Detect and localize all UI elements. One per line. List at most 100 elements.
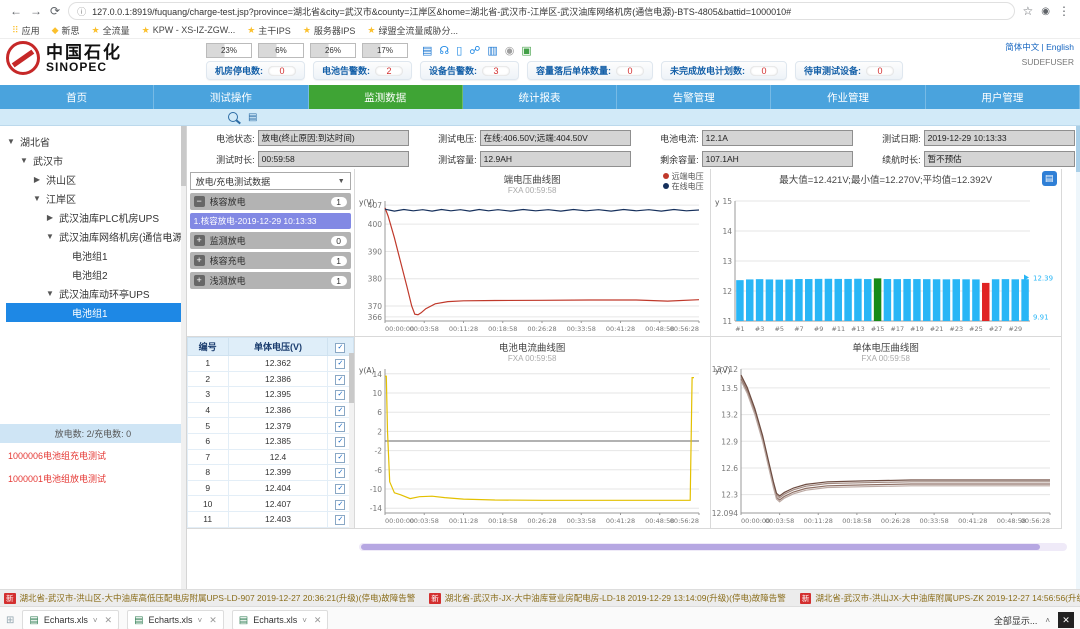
monitor-icon[interactable]: ▣ — [521, 44, 531, 57]
row-checkbox[interactable]: ✓ — [335, 453, 345, 463]
row-checkbox[interactable]: ✓ — [335, 468, 345, 478]
row-checkbox[interactable]: ✓ — [335, 484, 345, 494]
bookmark-item[interactable]: ★KPW - XS-IZ-ZGW... — [142, 25, 236, 36]
download-item[interactable]: ▤Echarts.xls˅✕ — [22, 610, 119, 629]
stat-pill: 电池告警数:2 — [313, 61, 412, 80]
disc-icon[interactable]: ◉ — [505, 44, 515, 57]
svg-text:#3: #3 — [754, 325, 764, 333]
bookmark-item[interactable]: ⠿应用 — [12, 24, 40, 37]
svg-text:390: 390 — [367, 247, 382, 256]
row-checkbox[interactable]: ✓ — [335, 515, 345, 525]
test-data-dropdown[interactable]: 放电/充电测试数据 ▼ — [190, 172, 351, 190]
bookmark-item[interactable]: ★主干IPS — [247, 24, 291, 37]
form-field-value[interactable]: 暂不预估 — [924, 151, 1075, 167]
sidebar-scrollbar[interactable] — [181, 126, 186, 589]
tree-node[interactable]: ▶洪山区 — [6, 170, 186, 189]
table-scrollbar[interactable] — [349, 353, 354, 528]
accordion-section[interactable]: +浅测放电1 — [190, 272, 351, 289]
profile-icon[interactable]: ◉ — [1041, 6, 1050, 17]
form-field-value[interactable]: 12.9AH — [480, 151, 631, 167]
test-record-item[interactable]: 1.核容放电-2019-12-29 10:13:33 — [190, 213, 351, 229]
alert-link[interactable]: 1000006电池组充电测试 — [8, 449, 178, 462]
info-icon[interactable]: ⓘ — [77, 5, 86, 18]
chevron-down-icon[interactable]: ˅ — [93, 616, 98, 625]
tab-用户管理[interactable]: 用户管理 — [926, 85, 1080, 109]
form-field-value[interactable]: 放电(终止原因:到达时间) — [258, 130, 409, 146]
export-image-button[interactable]: ▤ — [1042, 171, 1057, 186]
show-all-downloads-button[interactable]: 全部显示... — [994, 614, 1038, 627]
tree-node[interactable]: ▼武汉市 — [6, 151, 186, 170]
form-field-value[interactable]: 在线:406.50V;远端:404.50V — [480, 130, 631, 146]
row-checkbox[interactable]: ✓ — [335, 422, 345, 432]
legend-item[interactable]: 远端电压 — [663, 171, 704, 181]
close-icon[interactable]: ✕ — [105, 615, 113, 626]
tree-node[interactable]: 电池组2 — [6, 265, 186, 284]
legend-item[interactable]: 在线电压 — [663, 181, 704, 191]
tab-测试操作[interactable]: 测试操作 — [154, 85, 308, 109]
bookmark-item[interactable]: ★服务器IPS — [303, 24, 356, 37]
row-checkbox[interactable]: ✓ — [335, 375, 345, 385]
row-checkbox[interactable]: ✓ — [335, 500, 345, 510]
form-field-value[interactable]: 00:59:58 — [258, 151, 409, 167]
accordion-section[interactable]: +核容充电1 — [190, 252, 351, 269]
chevron-right-icon: ▶ — [45, 213, 55, 222]
chevron-down-icon[interactable]: ˅ — [198, 616, 203, 625]
close-icon[interactable]: ✕ — [314, 615, 322, 626]
shelf-collapse-icon[interactable]: ˄ — [1045, 616, 1050, 625]
bookmark-item[interactable]: ★全流量 — [92, 24, 130, 37]
svg-text:00:03:58: 00:03:58 — [409, 325, 438, 333]
battery-icon[interactable]: ▯ — [456, 44, 462, 57]
shelf-close-button[interactable]: ✕ — [1058, 612, 1074, 628]
tab-作业管理[interactable]: 作业管理 — [771, 85, 925, 109]
alarm-icon[interactable]: ☍ — [469, 44, 480, 57]
tree-node[interactable]: 电池组1 — [6, 303, 186, 322]
row-checkbox[interactable]: ✓ — [335, 359, 345, 369]
back-icon[interactable]: ← — [10, 4, 22, 18]
storage-icon[interactable]: ▤ — [422, 44, 432, 57]
accordion-section[interactable]: +监测放电0 — [190, 232, 351, 249]
download-item[interactable]: ▤Echarts.xls˅✕ — [232, 610, 329, 629]
charts-horizontal-scrollbar[interactable] — [359, 543, 1067, 551]
reload-icon[interactable]: ⟳ — [50, 4, 60, 18]
search-icon[interactable] — [228, 112, 238, 122]
collapse-icon[interactable]: − — [194, 196, 205, 207]
browser-menu-icon[interactable]: ⋮ — [1058, 4, 1070, 18]
tab-首页[interactable]: 首页 — [0, 85, 154, 109]
tab-统计报表[interactable]: 统计报表 — [463, 85, 617, 109]
form-field-value[interactable]: 107.1AH — [702, 151, 853, 167]
bookmark-item[interactable]: ★绿盟全流量威胁分... — [367, 24, 458, 37]
tab-告警管理[interactable]: 告警管理 — [617, 85, 771, 109]
row-checkbox[interactable]: ✓ — [335, 406, 345, 416]
table-row: 1112.403✓ — [187, 511, 353, 527]
expand-icon[interactable]: + — [194, 275, 205, 286]
report-icon[interactable]: ▥ — [487, 44, 497, 57]
form-field-value[interactable]: 12.1A — [702, 130, 853, 146]
list-view-icon[interactable]: ▤ — [248, 112, 257, 123]
select-all-checkbox[interactable]: ✓ — [335, 343, 345, 353]
content-vertical-scrollbar[interactable] — [1076, 126, 1080, 589]
expand-icon[interactable]: + — [194, 255, 205, 266]
language-switch[interactable]: 简体中文 | English — [954, 41, 1074, 53]
tree-node[interactable]: ▶武汉油库PLC机房UPS — [6, 208, 186, 227]
row-checkbox[interactable]: ✓ — [335, 437, 345, 447]
tree-node[interactable]: ▼湖北省 — [6, 132, 186, 151]
accordion-section[interactable]: −核容放电1 — [190, 193, 351, 210]
form-field-value[interactable]: 2019-12-29 10:13:33 — [924, 130, 1075, 146]
wifi-icon[interactable]: ☊ — [439, 44, 449, 57]
forward-icon[interactable]: → — [30, 4, 42, 18]
alert-link[interactable]: 1000001电池组放电测试 — [8, 472, 178, 485]
tree-node[interactable]: ▼江岸区 — [6, 189, 186, 208]
tree-node[interactable]: ▼武汉油库网络机房(通信电源) — [6, 227, 186, 246]
tree-node[interactable]: 电池组1 — [6, 246, 186, 265]
tab-监测数据[interactable]: 监测数据 — [309, 85, 463, 109]
chevron-down-icon[interactable]: ˅ — [302, 616, 307, 625]
bookmark-item[interactable]: ◆新思 — [52, 24, 80, 37]
expand-icon[interactable]: + — [194, 235, 205, 246]
tree-node[interactable]: ▼武汉油库动环亭UPS — [6, 284, 186, 303]
close-icon[interactable]: ✕ — [209, 615, 217, 626]
bookmark-star-icon[interactable]: ☆ — [1023, 4, 1034, 18]
row-checkbox[interactable]: ✓ — [335, 390, 345, 400]
download-item[interactable]: ▤Echarts.xls˅✕ — [127, 610, 224, 629]
svg-text:00:56:28: 00:56:28 — [1020, 517, 1049, 525]
url-bar[interactable]: ⓘ 127.0.0.1:8919/fuquang/charge-test.jsp… — [68, 2, 1014, 20]
